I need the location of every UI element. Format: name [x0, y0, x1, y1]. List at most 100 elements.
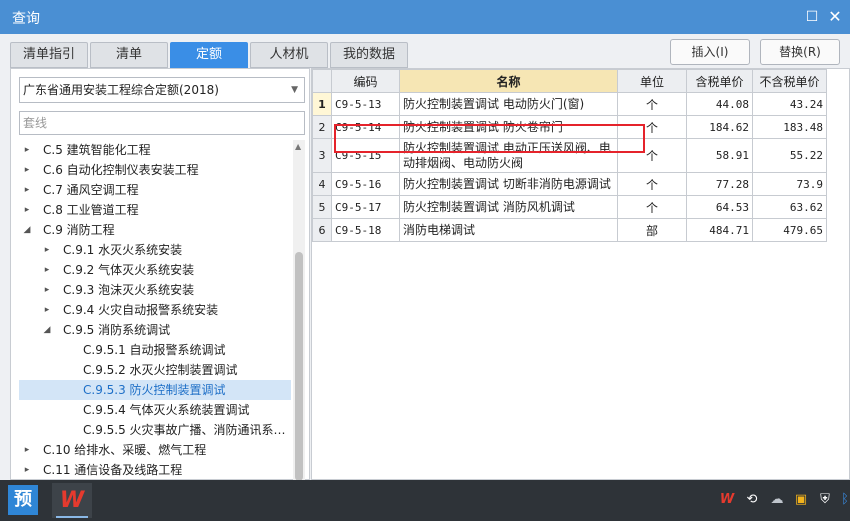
collapse-arrow-icon[interactable]: ◢ [42, 320, 52, 340]
tree-node-label: C.6 自动化控制仪表安装工程 [43, 163, 199, 177]
taskbar-app-yu[interactable]: 预 [8, 485, 38, 515]
expand-arrow-icon[interactable]: ▸ [42, 280, 52, 300]
cloud-icon[interactable]: ☁ [768, 491, 786, 509]
tree-node-label: C.9.5.3 防火控制装置调试 [83, 383, 226, 397]
expand-arrow-icon[interactable]: ▸ [22, 160, 32, 180]
insert-button[interactable]: 插入(I) [670, 39, 750, 65]
tree-node-label: C.10 给排水、采暖、燃气工程 [43, 443, 207, 457]
cell-name: 防火控制装置调试 消防风机调试 [399, 195, 618, 219]
cell-unit: 个 [617, 195, 687, 219]
cell-code: C9-5-18 [331, 218, 400, 242]
quota-library-select[interactable]: 广东省通用安装工程综合定额(2018) ▼ [19, 77, 305, 103]
collapse-arrow-icon[interactable]: ◢ [22, 220, 32, 240]
scrollbar-thumb[interactable] [295, 252, 303, 481]
folder-icon[interactable]: ▣ [792, 491, 810, 509]
active-indicator [56, 516, 88, 518]
column-header-unit[interactable]: 单位 [617, 69, 687, 93]
expand-arrow-icon[interactable]: ▸ [42, 260, 52, 280]
tree-node[interactable]: ▸ C.8 工业管道工程 [19, 200, 291, 220]
cell-unit: 个 [617, 172, 687, 196]
search-input[interactable] [19, 111, 305, 135]
quota-tree-panel: 广东省通用安装工程综合定额(2018) ▼ ▸ C.5 建筑智能化工程 ▸ C.… [10, 68, 310, 481]
table-row[interactable]: 5 C9-5-17 防火控制装置调试 消防风机调试 个 64.53 63.62 [312, 195, 827, 219]
tree-node[interactable]: ◢ C.9 消防工程 [19, 220, 291, 240]
tree-node-selected[interactable]: C.9.5.3 防火控制装置调试 [19, 380, 291, 400]
cell-price-tax: 58.91 [686, 138, 753, 173]
table-row[interactable]: 4 C9-5-16 防火控制装置调试 切断非消防电源调试 个 77.28 73.… [312, 172, 827, 196]
tree-node[interactable]: C.9.5.4 气体灭火系统装置调试 [19, 400, 291, 420]
row-index: 3 [312, 138, 332, 173]
cell-name: 防火控制装置调试 电动防火门(窗) [399, 92, 618, 116]
scroll-up-icon[interactable]: ▲ [295, 142, 301, 151]
close-icon[interactable]: ✕ [826, 8, 844, 26]
table-row[interactable]: 3 C9-5-15 防火控制装置调试 电动正压送风阀、电动排烟阀、电动防火阀 个… [312, 138, 827, 173]
expand-arrow-icon[interactable]: ▸ [22, 440, 32, 460]
cell-name: 防火控制装置调试 切断非消防电源调试 [399, 172, 618, 196]
tree-node[interactable]: ◢ C.9.5 消防系统调试 [19, 320, 291, 340]
tree-node[interactable]: ▸ C.9.4 火灾自动报警系统安装 [19, 300, 291, 320]
taskbar-app-wps[interactable]: W [52, 483, 92, 518]
network-icon[interactable]: ⟲ [743, 491, 761, 509]
wps-tray-icon[interactable]: W [718, 491, 736, 509]
bluetooth-icon[interactable]: ᛒ [836, 491, 850, 509]
tab-bill-guide[interactable]: 清单指引 [10, 42, 88, 68]
expand-arrow-icon[interactable]: ▸ [22, 180, 32, 200]
tree-node[interactable]: C.9.5.5 火灾事故广播、消防通讯系… [19, 420, 291, 440]
shield-icon[interactable]: ⛨ [816, 491, 834, 509]
row-index: 5 [312, 195, 332, 219]
tree-node-label: C.11 通信设备及线路工程 [43, 463, 183, 477]
tree-node[interactable]: ▸ C.9.1 水灭火系统安装 [19, 240, 291, 260]
tab-quota[interactable]: 定额 [170, 42, 248, 68]
cell-price-notax: 55.22 [752, 138, 827, 173]
tab-bill[interactable]: 清单 [90, 42, 168, 68]
row-index: 2 [312, 115, 332, 139]
expand-arrow-icon[interactable]: ▸ [22, 460, 32, 480]
tree-scrollbar[interactable]: ▲ [293, 140, 305, 481]
tree-node[interactable]: ▸ C.6 自动化控制仪表安装工程 [19, 160, 291, 180]
chevron-down-icon: ▼ [291, 85, 298, 95]
column-header-price-tax[interactable]: 含税单价 [686, 69, 753, 93]
cell-price-tax: 184.62 [686, 115, 753, 139]
column-header-name[interactable]: 名称 [399, 69, 618, 93]
tree-node-label: C.9.5.5 火灾事故广播、消防通讯系… [83, 423, 286, 437]
cell-code: C9-5-13 [331, 92, 400, 116]
maximize-icon[interactable]: ☐ [803, 8, 821, 26]
tree-node[interactable]: ▸ C.11 通信设备及线路工程 [19, 460, 291, 480]
tree-node-label: C.8 工业管道工程 [43, 203, 139, 217]
column-header-code[interactable]: 编码 [331, 69, 400, 93]
cell-name: 消防电梯调试 [399, 218, 618, 242]
expand-arrow-icon[interactable]: ▸ [22, 200, 32, 220]
tree-node[interactable]: ▸ C.7 通风空调工程 [19, 180, 291, 200]
tab-labor-material-machine[interactable]: 人材机 [250, 42, 328, 68]
replace-button[interactable]: 替换(R) [760, 39, 840, 65]
expand-arrow-icon[interactable]: ▸ [42, 240, 52, 260]
column-header-price-notax[interactable]: 不含税单价 [752, 69, 827, 93]
header-corner [312, 69, 332, 93]
cell-price-notax: 73.9 [752, 172, 827, 196]
table-row[interactable]: 1 C9-5-13 防火控制装置调试 电动防火门(窗) 个 44.08 43.2… [312, 92, 827, 116]
table-row[interactable]: 6 C9-5-18 消防电梯调试 部 484.71 479.65 [312, 218, 827, 242]
tree-node[interactable]: ▸ C.5 建筑智能化工程 [19, 140, 291, 160]
quota-results-panel: 编码 名称 单位 含税单价 不含税单价 1 C9-5-13 防火控制装置调试 电… [311, 68, 850, 480]
tree-node-label: C.5 建筑智能化工程 [43, 143, 151, 157]
tree-node[interactable]: ▸ C.9.2 气体灭火系统安装 [19, 260, 291, 280]
table-row[interactable]: 2 C9-5-14 防火控制装置调试 防火卷帘门 个 184.62 183.48 [312, 115, 827, 139]
tree-node[interactable]: ▸ C.10 给排水、采暖、燃气工程 [19, 440, 291, 460]
tree-node[interactable]: C.9.5.2 水灭火控制装置调试 [19, 360, 291, 380]
cell-unit: 个 [617, 138, 687, 173]
tree-node[interactable]: ▸ C.9.3 泡沫灭火系统安装 [19, 280, 291, 300]
cell-price-notax: 63.62 [752, 195, 827, 219]
cell-price-tax: 64.53 [686, 195, 753, 219]
cell-unit: 个 [617, 92, 687, 116]
tree-node-label: C.7 通风空调工程 [43, 183, 139, 197]
row-index: 1 [312, 92, 332, 116]
tree-node-label: C.9.5.4 气体灭火系统装置调试 [83, 403, 250, 417]
expand-arrow-icon[interactable]: ▸ [42, 300, 52, 320]
row-index: 4 [312, 172, 332, 196]
tree-node[interactable]: C.9.5.1 自动报警系统调试 [19, 340, 291, 360]
tab-my-data[interactable]: 我的数据 [330, 42, 408, 68]
tree-node-label: C.9.3 泡沫灭火系统安装 [63, 283, 195, 297]
tree-node-label: C.9.5.1 自动报警系统调试 [83, 343, 226, 357]
expand-arrow-icon[interactable]: ▸ [22, 140, 32, 160]
cell-unit: 个 [617, 115, 687, 139]
